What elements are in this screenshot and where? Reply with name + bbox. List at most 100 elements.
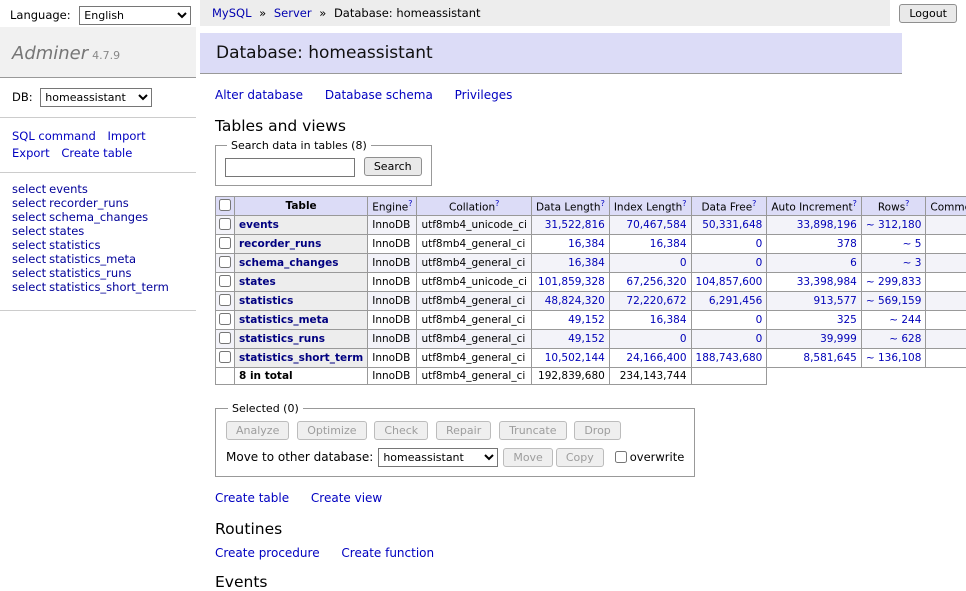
data-length-link[interactable]: 31,522,816 (545, 219, 605, 231)
rows-count-link[interactable]: ~ 312,180 (866, 219, 922, 231)
auto-increment-link[interactable]: 325 (837, 314, 857, 326)
data-free-link[interactable]: 104,857,600 (696, 276, 763, 288)
overwrite-checkbox[interactable] (615, 451, 627, 463)
sidebar-select-link[interactable]: select (12, 224, 46, 238)
sidebar-table-link[interactable]: statistics (49, 238, 100, 252)
index-length-link[interactable]: 24,166,400 (626, 352, 686, 364)
help-icon[interactable]: ? (601, 199, 605, 208)
data-free-link[interactable]: 188,743,680 (696, 352, 763, 364)
sidebar-table-link[interactable]: statistics_short_term (49, 280, 169, 294)
alter-database-link[interactable]: Alter database (215, 88, 303, 102)
search-input[interactable] (225, 158, 355, 177)
select-all-checkbox[interactable] (219, 199, 231, 211)
sidebar-link-create-table[interactable]: Create table (61, 145, 132, 162)
logout-button[interactable]: Logout (899, 4, 957, 23)
move-db-select[interactable]: homeassistant (378, 448, 498, 467)
auto-increment-link[interactable]: 39,999 (820, 333, 857, 345)
db-select[interactable]: homeassistant (40, 88, 152, 107)
create-procedure-link[interactable]: Create procedure (215, 546, 320, 560)
sidebar-select-link[interactable]: select (12, 280, 46, 294)
rows-count-link[interactable]: ~ 3 (903, 257, 922, 269)
data-free-link[interactable]: 50,331,648 (702, 219, 762, 231)
help-icon[interactable]: ? (853, 199, 857, 208)
index-length-link[interactable]: 67,256,320 (626, 276, 686, 288)
rows-count-link[interactable]: ~ 244 (889, 314, 921, 326)
row-checkbox[interactable] (219, 256, 231, 268)
data-length-link[interactable]: 48,824,320 (545, 295, 605, 307)
sidebar-table-link[interactable]: schema_changes (49, 210, 148, 224)
breadcrumb-link-mysql[interactable]: MySQL (212, 6, 252, 20)
sidebar-table-link[interactable]: events (49, 182, 88, 196)
table-name-link[interactable]: states (239, 276, 276, 288)
rows-count-link[interactable]: ~ 136,108 (866, 352, 922, 364)
index-length-link[interactable]: 70,467,584 (626, 219, 686, 231)
sidebar-select-link[interactable]: select (12, 252, 46, 266)
row-checkbox[interactable] (219, 351, 231, 363)
auto-increment-link[interactable]: 33,898,196 (797, 219, 857, 231)
auto-increment-link[interactable]: 913,577 (813, 295, 856, 307)
data-length-link[interactable]: 49,152 (568, 314, 605, 326)
table-name-link[interactable]: statistics (239, 295, 293, 307)
table-name-link[interactable]: schema_changes (239, 257, 339, 269)
data-length-link[interactable]: 101,859,328 (538, 276, 605, 288)
sidebar-table-link[interactable]: statistics_meta (49, 252, 136, 266)
sidebar-select-link[interactable]: select (12, 196, 46, 210)
index-length-link[interactable]: 16,384 (650, 314, 687, 326)
language-select[interactable]: English (79, 6, 191, 25)
auto-increment-link[interactable]: 8,581,645 (803, 352, 856, 364)
data-length-link[interactable]: 16,384 (568, 257, 605, 269)
privileges-link[interactable]: Privileges (455, 88, 513, 102)
table-name-link[interactable]: events (239, 219, 279, 231)
search-button[interactable]: Search (364, 157, 422, 176)
sidebar-table-link[interactable]: states (49, 224, 84, 238)
help-icon[interactable]: ? (408, 199, 412, 208)
index-length-link[interactable]: 0 (680, 257, 687, 269)
rows-count-link[interactable]: ~ 628 (889, 333, 921, 345)
data-free-link[interactable]: 0 (756, 257, 763, 269)
data-free-link[interactable]: 6,291,456 (709, 295, 762, 307)
data-free-link[interactable]: 0 (756, 314, 763, 326)
help-icon[interactable]: ? (495, 199, 499, 208)
rows-count-link[interactable]: ~ 299,833 (866, 276, 922, 288)
table-name-link[interactable]: recorder_runs (239, 238, 321, 250)
sidebar-select-link[interactable]: select (12, 266, 46, 280)
auto-increment-link[interactable]: 378 (837, 238, 857, 250)
index-length-link[interactable]: 16,384 (650, 238, 687, 250)
index-length-link[interactable]: 72,220,672 (626, 295, 686, 307)
sidebar-select-link[interactable]: select (12, 238, 46, 252)
create-view-link[interactable]: Create view (311, 491, 382, 505)
sidebar-link-import[interactable]: Import (107, 128, 145, 145)
data-length-link[interactable]: 10,502,144 (545, 352, 605, 364)
help-icon[interactable]: ? (905, 199, 909, 208)
sidebar-link-sql-command[interactable]: SQL command (12, 128, 96, 145)
create-function-link[interactable]: Create function (341, 546, 434, 560)
rows-count-link[interactable]: ~ 569,159 (866, 295, 922, 307)
sidebar-link-export[interactable]: Export (12, 145, 50, 162)
table-name-link[interactable]: statistics_short_term (239, 352, 363, 364)
row-checkbox[interactable] (219, 332, 231, 344)
row-checkbox[interactable] (219, 275, 231, 287)
auto-increment-link[interactable]: 6 (850, 257, 857, 269)
overwrite-label[interactable]: overwrite (630, 450, 685, 464)
row-checkbox[interactable] (219, 294, 231, 306)
sidebar-table-link[interactable]: statistics_runs (49, 266, 131, 280)
sidebar-table-link[interactable]: recorder_runs (49, 196, 129, 210)
sidebar-select-link[interactable]: select (12, 182, 46, 196)
database-schema-link[interactable]: Database schema (325, 88, 433, 102)
sidebar-select-link[interactable]: select (12, 210, 46, 224)
data-free-link[interactable]: 0 (756, 238, 763, 250)
data-length-link[interactable]: 16,384 (568, 238, 605, 250)
table-name-link[interactable]: statistics_runs (239, 333, 325, 345)
rows-count-link[interactable]: ~ 5 (903, 238, 922, 250)
auto-increment-link[interactable]: 33,398,984 (797, 276, 857, 288)
data-free-link[interactable]: 0 (756, 333, 763, 345)
data-length-link[interactable]: 49,152 (568, 333, 605, 345)
index-length-link[interactable]: 0 (680, 333, 687, 345)
help-icon[interactable]: ? (752, 199, 756, 208)
app-name-link[interactable]: Adminer (12, 43, 88, 64)
row-checkbox[interactable] (219, 237, 231, 249)
breadcrumb-link-server[interactable]: Server (274, 6, 312, 20)
row-checkbox[interactable] (219, 218, 231, 230)
create-table-link[interactable]: Create table (215, 491, 289, 505)
help-icon[interactable]: ? (682, 199, 686, 208)
